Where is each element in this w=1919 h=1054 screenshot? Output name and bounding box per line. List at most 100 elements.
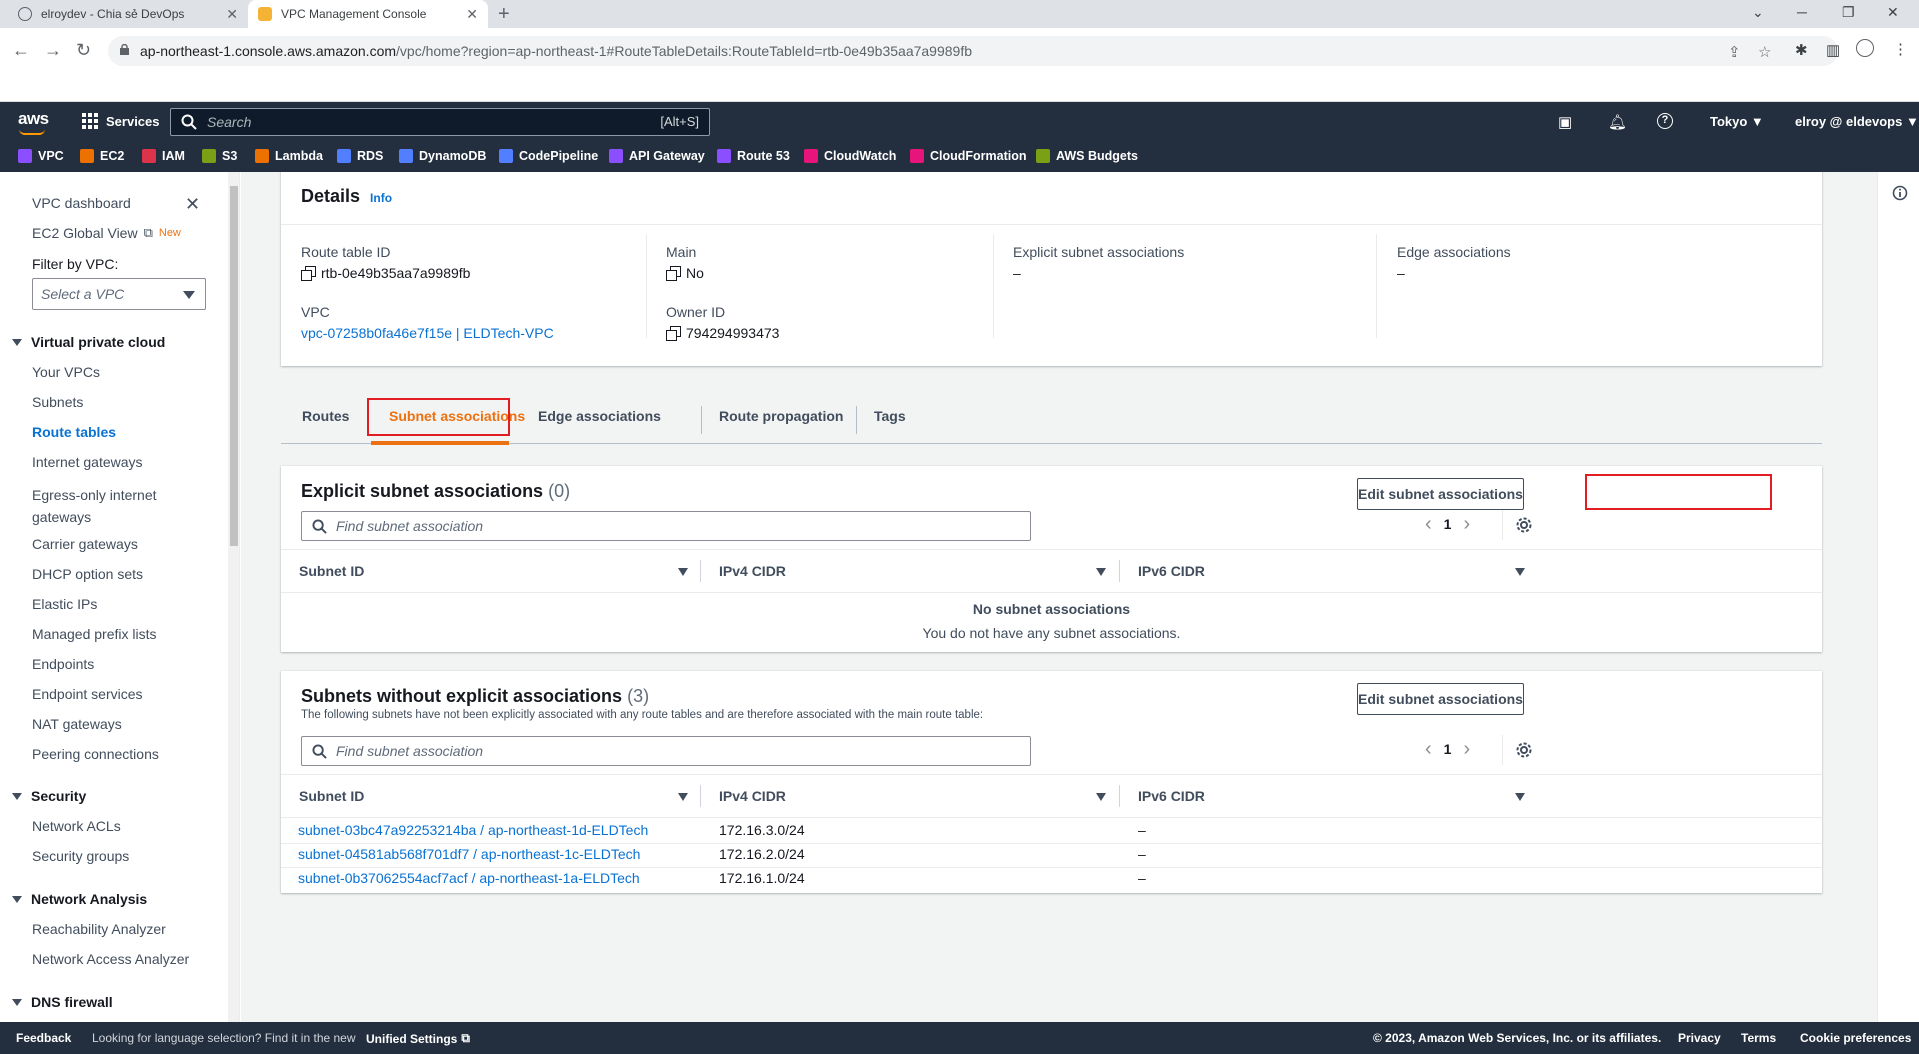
copy-icon[interactable] (301, 266, 316, 281)
tab-search-icon[interactable]: ⌄ (1752, 4, 1764, 21)
gear-icon[interactable] (1515, 741, 1533, 759)
sidebar-item-managed-prefix-lists[interactable]: Managed prefix lists (32, 626, 157, 642)
find-subnet-association-input[interactable]: Find subnet association (301, 511, 1031, 541)
feedback-link[interactable]: Feedback (16, 1031, 71, 1045)
sidebar-item-carrier-gateways[interactable]: Carrier gateways (32, 536, 138, 552)
column-ipv4-cidr[interactable]: IPv4 CIDR (719, 788, 786, 804)
terms-link[interactable]: Terms (1741, 1031, 1776, 1045)
tab-tags[interactable]: Tags (874, 408, 906, 424)
sidebar-item-vpc-dashboard[interactable]: VPC dashboard (32, 195, 131, 211)
aws-search-input[interactable]: Search [Alt+S] (170, 108, 710, 136)
favorite-ec2[interactable]: EC2 (80, 149, 124, 163)
close-tab-icon[interactable]: ✕ (466, 7, 478, 21)
sort-icon[interactable] (1515, 793, 1525, 801)
sort-icon[interactable] (1096, 568, 1106, 576)
aws-logo[interactable]: aws (18, 109, 49, 135)
copy-icon[interactable] (666, 326, 681, 341)
page-number[interactable]: 1 (1444, 516, 1452, 532)
chevron-right-icon[interactable]: › (1451, 739, 1482, 759)
section-dns-firewall[interactable]: DNS firewall (12, 994, 113, 1010)
favorite-cloudformation[interactable]: CloudFormation (910, 149, 1027, 163)
chevron-left-icon[interactable]: ‹ (1413, 739, 1444, 759)
new-tab-icon[interactable]: + (498, 3, 510, 26)
favorite-route53[interactable]: Route 53 (717, 149, 790, 163)
column-subnet-id[interactable]: Subnet ID (299, 788, 364, 804)
sort-icon[interactable] (1515, 568, 1525, 576)
sort-icon[interactable] (678, 568, 688, 576)
sidebar-item-network-access-analyzer[interactable]: Network Access Analyzer (32, 951, 189, 967)
sidebar-item-your-vpcs[interactable]: Your VPCs (32, 364, 100, 380)
favorite-api-gateway[interactable]: API Gateway (609, 149, 705, 163)
cloudshell-icon[interactable]: ▣ (1558, 113, 1572, 131)
chevron-left-icon[interactable]: ‹ (1413, 514, 1444, 534)
browser-tab-vpc-console[interactable]: VPC Management Console ✕ (248, 0, 488, 28)
vpc-filter-select[interactable]: Select a VPC (32, 278, 206, 310)
column-ipv4-cidr[interactable]: IPv4 CIDR (719, 563, 786, 579)
tab-route-propagation[interactable]: Route propagation (719, 408, 843, 424)
browser-tab-elroydev[interactable]: elroydev - Chia sẻ DevOps ✕ (8, 0, 248, 28)
sidebar-item-security-groups[interactable]: Security groups (32, 848, 129, 864)
sidebar-item-dhcp-option-sets[interactable]: DHCP option sets (32, 566, 143, 582)
subnet-link[interactable]: subnet-0b37062554acf7acf / ap-northeast-… (298, 870, 640, 886)
notifications-bell-icon[interactable]: 🔔︎ (1608, 113, 1627, 131)
sidebar-item-internet-gateways[interactable]: Internet gateways (32, 454, 143, 470)
column-divider[interactable] (1119, 560, 1120, 582)
chevron-right-icon[interactable]: › (1451, 514, 1482, 534)
extensions-icon[interactable]: ✱ (1795, 41, 1808, 59)
sidebar-item-network-acls[interactable]: Network ACLs (32, 818, 121, 834)
close-tab-icon[interactable]: ✕ (226, 7, 238, 21)
reload-icon[interactable]: ↻ (76, 41, 91, 59)
back-icon[interactable]: ← (12, 41, 30, 59)
account-menu[interactable]: elroy @ eldevops ▼ (1795, 114, 1919, 129)
favorite-rds[interactable]: RDS (337, 149, 383, 163)
sidebar-scrollbar[interactable] (228, 172, 239, 1022)
close-icon[interactable]: ✕ (185, 194, 200, 215)
edit-subnet-associations-button[interactable]: Edit subnet associations (1357, 478, 1524, 510)
cookie-preferences-link[interactable]: Cookie preferences (1800, 1031, 1911, 1045)
sidebar-scroll-thumb[interactable] (230, 186, 238, 546)
forward-icon[interactable]: → (44, 41, 62, 59)
address-bar[interactable]: ap-northeast-1.console.aws.amazon.com/vp… (108, 36, 1838, 66)
section-virtual-private-cloud[interactable]: Virtual private cloud (12, 334, 165, 350)
copy-icon[interactable] (666, 266, 681, 281)
services-menu-button[interactable]: Services (82, 113, 160, 129)
column-subnet-id[interactable]: Subnet ID (299, 563, 364, 579)
subnet-link[interactable]: subnet-04581ab568f701df7 / ap-northeast-… (298, 846, 640, 862)
column-divider[interactable] (700, 560, 701, 582)
tab-edge-associations[interactable]: Edge associations (538, 408, 661, 424)
favorite-codepipeline[interactable]: CodePipeline (499, 149, 598, 163)
favorite-aws-budgets[interactable]: AWS Budgets (1036, 149, 1138, 163)
sidebar-item-reachability-analyzer[interactable]: Reachability Analyzer (32, 921, 166, 937)
column-ipv6-cidr[interactable]: IPv6 CIDR (1138, 788, 1205, 804)
unified-settings-link[interactable]: Unified Settings ⧉ (366, 1031, 470, 1046)
column-ipv6-cidr[interactable]: IPv6 CIDR (1138, 563, 1205, 579)
share-icon[interactable]: ⇪ (1728, 43, 1741, 61)
browser-menu-icon[interactable]: ⋮ (1893, 40, 1908, 58)
help-icon[interactable]: ? (1657, 113, 1673, 129)
gear-icon[interactable] (1515, 516, 1533, 534)
sidebar-item-peering-connections[interactable]: Peering connections (32, 746, 159, 762)
sort-icon[interactable] (1096, 793, 1106, 801)
profile-avatar-icon[interactable] (1856, 39, 1874, 57)
sort-icon[interactable] (678, 793, 688, 801)
favorite-s3[interactable]: S3 (202, 149, 237, 163)
section-security[interactable]: Security (12, 788, 86, 804)
sidebar-item-endpoints[interactable]: Endpoints (32, 656, 94, 672)
side-panel-icon[interactable]: ▥ (1826, 41, 1840, 59)
sidebar-item-endpoint-services[interactable]: Endpoint services (32, 686, 143, 702)
tab-routes[interactable]: Routes (302, 408, 349, 424)
region-selector[interactable]: Tokyo ▼ (1710, 114, 1764, 129)
subnet-link[interactable]: subnet-03bc47a92253214ba / ap-northeast-… (298, 822, 648, 838)
find-subnet-association-input[interactable]: Find subnet association (301, 736, 1031, 766)
column-divider[interactable] (1119, 785, 1120, 807)
privacy-link[interactable]: Privacy (1678, 1031, 1721, 1045)
sidebar-item-route-tables[interactable]: Route tables (32, 424, 116, 440)
edit-subnet-associations-button[interactable]: Edit subnet associations (1357, 683, 1524, 715)
restore-icon[interactable]: ❐ (1842, 4, 1855, 21)
sidebar-item-nat-gateways[interactable]: NAT gateways (32, 716, 122, 732)
minimize-icon[interactable]: ─ (1797, 4, 1807, 20)
favorite-dynamodb[interactable]: DynamoDB (399, 149, 486, 163)
close-window-icon[interactable]: ✕ (1887, 4, 1899, 21)
sidebar-item-subnets[interactable]: Subnets (32, 394, 83, 410)
vpc-link[interactable]: vpc-07258b0fa46e7f15e | ELDTech-VPC (301, 325, 554, 341)
